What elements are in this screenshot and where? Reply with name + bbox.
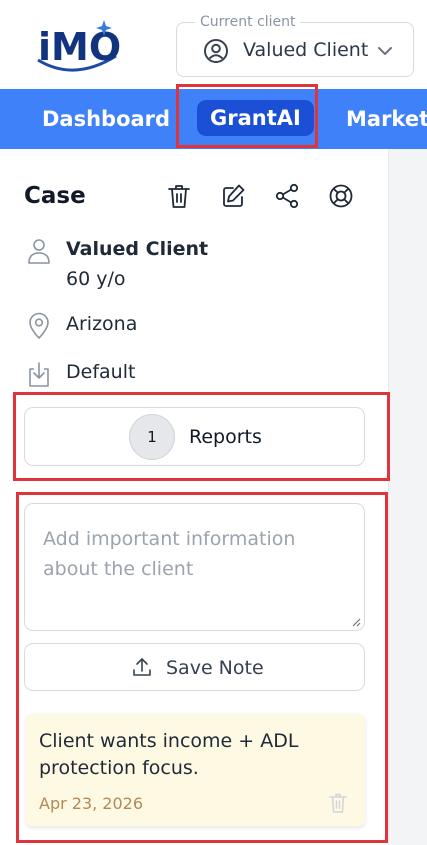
edit-icon[interactable] xyxy=(220,182,246,210)
location-pin-icon xyxy=(29,312,49,339)
case-client-age: 60 y/o xyxy=(66,268,126,290)
case-state: Arizona xyxy=(66,313,138,335)
user-circle-icon xyxy=(204,39,228,63)
reports-count-badge: 1 xyxy=(129,414,175,460)
upload-icon xyxy=(133,658,151,676)
client-selector-value: Valued Client xyxy=(243,39,369,61)
app-header: iMO Current client Valued Client xyxy=(0,0,427,88)
case-plan: Default xyxy=(66,361,136,383)
client-selector[interactable]: Current client Valued Client xyxy=(176,14,414,77)
lifebuoy-icon[interactable] xyxy=(328,182,354,210)
download-tray-icon xyxy=(29,362,49,387)
save-note-label: Save Note xyxy=(166,657,264,679)
highlight-box-nav xyxy=(176,84,318,148)
note-date: Apr 23, 2026 xyxy=(39,794,144,813)
note-delete-icon[interactable] xyxy=(328,792,348,814)
note-card: Client wants income + ADL protection foc… xyxy=(26,714,365,826)
resize-handle-icon[interactable] xyxy=(351,617,361,627)
note-text: Client wants income + ADL protection foc… xyxy=(39,730,299,779)
user-icon xyxy=(28,239,50,264)
client-selector-caption: Current client xyxy=(195,14,301,30)
note-textarea[interactable]: Add important information about the clie… xyxy=(24,503,365,631)
right-content-pane xyxy=(388,149,427,845)
svg-text:iMO: iMO xyxy=(38,25,120,69)
reports-button-label: Reports xyxy=(189,426,262,448)
case-client-name: Valued Client xyxy=(66,238,209,260)
trash-icon[interactable] xyxy=(166,182,192,210)
share-icon[interactable] xyxy=(274,182,300,210)
note-textarea-placeholder: Add important information about the clie… xyxy=(43,528,296,580)
imo-logo[interactable]: iMO xyxy=(34,16,120,76)
chevron-down-icon xyxy=(378,47,392,55)
reports-button[interactable]: 1 Reports xyxy=(24,407,365,466)
case-title: Case xyxy=(24,183,86,209)
save-note-button[interactable]: Save Note xyxy=(24,643,365,691)
nav-item-dashboard[interactable]: Dashboard xyxy=(42,106,170,132)
nav-item-marketplace[interactable]: Marketp xyxy=(346,106,427,132)
